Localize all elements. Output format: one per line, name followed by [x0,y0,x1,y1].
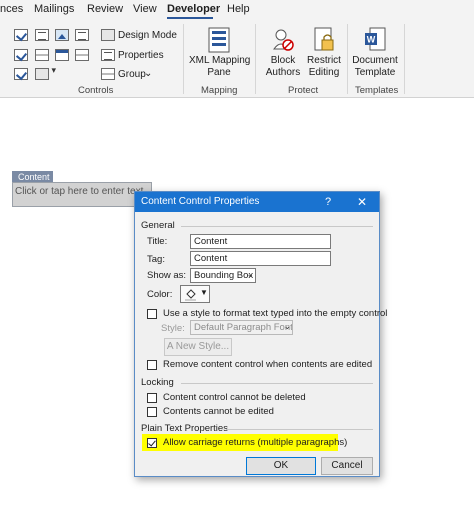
title-input[interactable]: Content [190,234,331,249]
ribbon-tab-bar: nces Mailings Review View Developer Help [0,0,474,20]
properties-button[interactable]: Properties [118,50,164,61]
remove-when-edited-checkbox[interactable] [147,360,157,370]
document-template-label-line1: Document [352,55,398,66]
templates-group-label: Templates [355,85,399,96]
properties-icon [101,49,115,61]
restrict-editing-button[interactable]: Restrict Editing [304,55,344,79]
cannot-edit-checkbox[interactable] [147,407,157,417]
ok-button[interactable]: OK [246,457,316,475]
xml-mapping-pane-icon [208,27,230,53]
tab-view[interactable]: View [133,3,157,15]
block-authors-icon [273,29,294,51]
xml-mapping-label-line1: XML Mapping [189,55,251,66]
block-authors-button[interactable]: Block Authors [260,55,306,79]
color-picker-button[interactable]: ▼ [180,285,210,303]
tab-developer[interactable]: Developer [167,3,220,15]
cancel-button[interactable]: Cancel [321,457,373,475]
title-label: Title: [147,236,168,247]
design-mode-icon [101,29,115,41]
color-dropdown-arrow-icon: ▼ [200,288,208,297]
dialog-title: Content Control Properties [141,196,260,207]
active-tab-indicator [167,17,213,19]
help-button[interactable]: ? [319,194,337,210]
tag-input[interactable]: Content [190,251,331,266]
group-button[interactable]: Group [118,69,146,80]
restrict-editing-label-line1: Restrict [307,55,341,66]
check-box-control-icon[interactable] [14,49,28,61]
tab-mailings[interactable]: Mailings [34,3,74,15]
use-style-label: Use a style to format text typed into th… [163,308,388,319]
color-label: Color: [147,289,173,300]
show-as-select[interactable]: Bounding Box ⌄ [190,268,256,283]
content-control-properties-dialog: Content Control Properties ? ✕ General T… [134,191,387,477]
document-template-icon: W [365,27,386,51]
group-separator [255,24,256,94]
group-icon [101,68,115,80]
group-separator [183,24,184,94]
design-mode-button[interactable]: Design Mode [118,30,177,41]
new-style-label: New Style... [175,341,230,352]
content-control-placeholder[interactable]: Click or tap here to enter text. [12,182,152,207]
general-section-label: General [141,220,175,231]
document-template-label-line2: Template [354,67,396,78]
style-select[interactable]: Default Paragraph Font ⌄ [190,320,293,335]
remove-when-edited-label: Remove content control when contents are… [163,359,373,370]
allow-carriage-returns-label: Allow carriage returns (multiple paragra… [163,437,348,448]
group-separator [404,24,405,94]
block-authors-label-line2: Authors [265,67,301,78]
legacy-tools-icon[interactable] [35,68,49,80]
show-as-value: Bounding Box [194,270,254,281]
chevron-down-icon: ⌄ [283,321,291,331]
restrict-editing-icon [314,27,334,51]
picture-content-control-icon[interactable] [55,29,69,41]
style-label: Style: [161,323,185,334]
section-divider [181,383,373,384]
chevron-down-icon: ⌄ [246,269,254,279]
date-picker-control-icon[interactable] [55,49,69,61]
plain-text-content-control-icon[interactable] [75,29,89,41]
controls-group-label: Controls [78,85,114,96]
plain-text-section-label: Plain Text Properties [141,423,228,434]
document-template-button[interactable]: Document Template [350,55,400,79]
dialog-titlebar[interactable]: Content Control Properties ? ✕ [135,192,379,212]
locking-section-label: Locking [141,377,174,388]
section-divider [181,226,373,227]
rich-text-content-control-icon[interactable] [35,29,49,41]
cannot-delete-label: Content control cannot be deleted [163,392,306,403]
mapping-group-label: Mapping [201,85,238,96]
paint-bucket-icon [185,289,196,301]
block-authors-label-line1: Block [270,55,296,66]
legacy-tools-dropdown-icon[interactable] [48,65,56,80]
building-block-control-icon[interactable] [75,49,89,61]
svg-text:W: W [367,35,376,45]
section-divider [227,429,373,430]
new-style-button[interactable]: A New Style... [164,338,232,356]
combo-box-control-icon[interactable] [35,49,49,61]
xml-mapping-pane-button[interactable]: XML Mapping Pane [189,55,251,79]
cannot-edit-label: Contents cannot be edited [163,406,274,417]
group-dropdown-chevron-icon[interactable]: ⌄ [144,68,152,79]
new-style-icon: A [166,341,173,352]
xml-mapping-label-line2: Pane [207,67,231,78]
use-style-checkbox[interactable] [147,309,157,319]
protect-group-label: Protect [288,85,319,96]
tab-review[interactable]: Review [87,3,123,15]
restrict-editing-label-line2: Editing [308,67,340,78]
close-button[interactable]: ✕ [351,194,373,210]
tab-help[interactable]: Help [227,3,250,15]
show-as-label: Show as: [147,270,187,281]
cannot-delete-checkbox[interactable] [147,393,157,403]
repeating-section-control-icon[interactable] [14,68,28,80]
tab-references[interactable]: nces [0,3,23,15]
style-value: Default Paragraph Font [194,322,293,333]
tag-label: Tag: [147,254,165,265]
checkbox-content-control-icon[interactable] [14,29,28,41]
group-separator [347,24,348,94]
allow-carriage-returns-checkbox[interactable] [147,438,157,448]
